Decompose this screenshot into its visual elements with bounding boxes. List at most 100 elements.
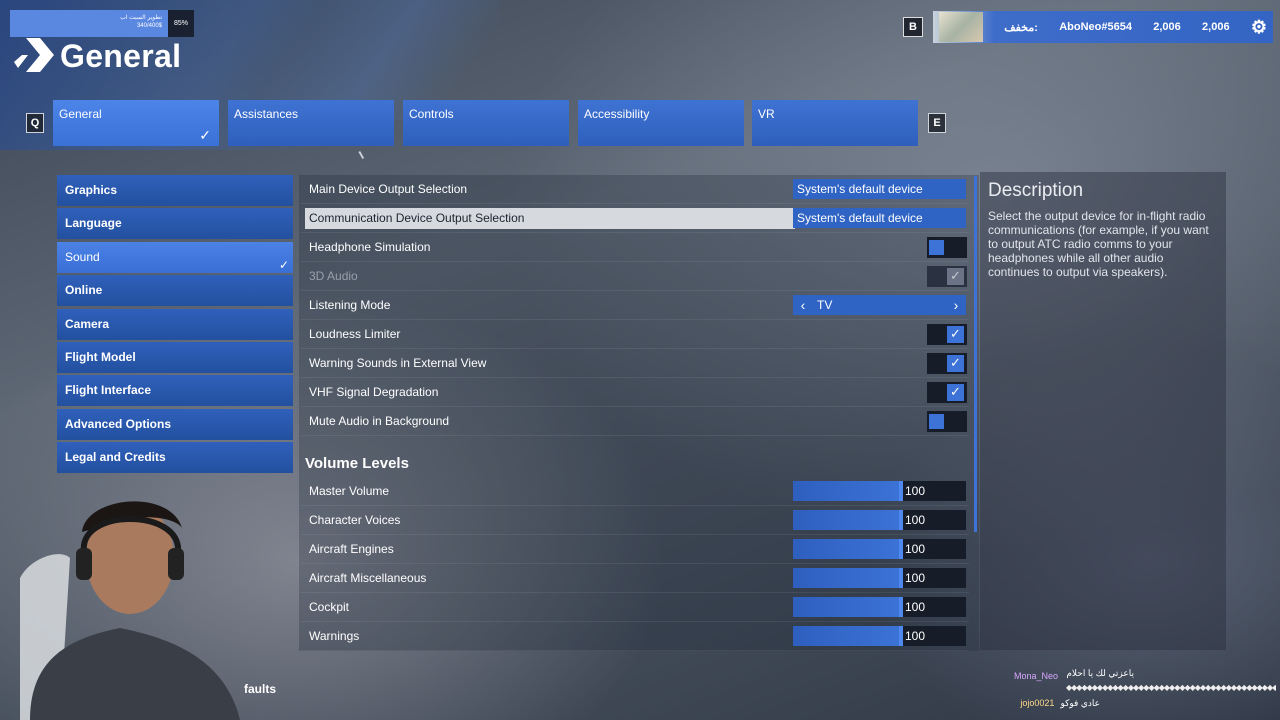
sidebar-item-legal-credits[interactable]: Legal and Credits (57, 442, 293, 474)
slider-fill (793, 539, 903, 559)
stream-banner: مخفف: AboNeo#5654 2,006 2,006 ⚙ (933, 11, 1273, 43)
setting-label: Main Device Output Selection (309, 182, 468, 196)
tab-left-key[interactable]: Q (26, 113, 44, 133)
tab-general[interactable]: General ✓ (53, 100, 219, 146)
setting-mute-background[interactable]: Mute Audio in Background (301, 407, 969, 436)
mouse-cursor-icon (358, 149, 368, 159)
setting-aircraft-engines[interactable]: Aircraft Engines 100 (301, 535, 969, 564)
tab-label: General (59, 107, 102, 121)
slider-fill (793, 626, 903, 646)
slider-value: 100 (905, 542, 926, 556)
toggle-knob (929, 239, 944, 255)
sidebar-item-flight-interface[interactable]: Flight Interface (57, 375, 293, 407)
banner-arabic-text: مخفف: (1004, 21, 1038, 34)
settings-scrollbar[interactable] (974, 176, 977, 532)
tab-assistances[interactable]: Assistances (228, 100, 394, 146)
setting-listening-mode[interactable]: Listening Mode ‹ TV › (301, 291, 969, 320)
setting-cockpit[interactable]: Cockpit 100 (301, 593, 969, 622)
mute-background-toggle[interactable] (927, 410, 967, 432)
setting-comm-device[interactable]: Communication Device Output Selection Sy… (301, 204, 969, 233)
loudness-toggle[interactable]: ✓ (927, 323, 967, 345)
check-icon: ✓ (199, 127, 211, 143)
chat-text: عادي فوكو (1060, 698, 1100, 708)
stream-goal-widget: تطوير السيت اب 340/400$ 85% (10, 10, 194, 37)
slider-fill (793, 510, 903, 530)
headphone-toggle[interactable] (927, 236, 967, 258)
setting-3d-audio: 3D Audio ✓ (301, 262, 969, 291)
setting-label: Warning Sounds in External View (309, 356, 487, 370)
setting-label: Headphone Simulation (309, 240, 431, 254)
setting-main-device[interactable]: Main Device Output Selection System's de… (301, 175, 969, 204)
setting-label: Mute Audio in Background (309, 414, 450, 428)
sidebar-item-flight-model[interactable]: Flight Model (57, 341, 293, 373)
setting-master-volume[interactable]: Master Volume 100 (301, 477, 969, 506)
sidebar-item-label: Sound (65, 249, 100, 264)
setting-loudness-limiter[interactable]: Loudness Limiter ✓ (301, 320, 969, 349)
page-title: General (60, 38, 182, 74)
master-volume-slider[interactable]: 100 (793, 481, 966, 501)
chat-user: Mona_Neo (1014, 671, 1059, 681)
aircraft-engines-slider[interactable]: 100 (793, 539, 966, 559)
slider-value: 100 (905, 571, 926, 585)
sidebar-item-sound[interactable]: Sound ✓ (57, 241, 293, 273)
stream-goal-bar: تطوير السيت اب 340/400$ (10, 10, 168, 37)
setting-vhf-degradation[interactable]: VHF Signal Degradation ✓ (301, 378, 969, 407)
slider-value: 100 (905, 513, 926, 527)
banner-user: AboNeo#5654 (1059, 21, 1132, 33)
slider-value: 100 (905, 484, 926, 498)
aircraft-misc-slider[interactable]: 100 (793, 568, 966, 588)
tab-right-key[interactable]: E (928, 113, 946, 133)
chevron-right-icon[interactable]: › (946, 297, 966, 313)
warning-sounds-toggle[interactable]: ✓ (927, 352, 967, 374)
setting-aircraft-misc[interactable]: Aircraft Miscellaneous 100 (301, 564, 969, 593)
3d-audio-toggle: ✓ (927, 265, 967, 287)
tab-vr[interactable]: VR (752, 100, 918, 146)
setting-label: Master Volume (309, 484, 390, 498)
slider-fill (793, 597, 903, 617)
setting-headphone-simulation[interactable]: Headphone Simulation (301, 233, 969, 262)
settings-panel: Main Device Output Selection System's de… (299, 175, 979, 651)
slider-fill (793, 568, 903, 588)
slider-value: 100 (905, 629, 926, 643)
setting-warnings[interactable]: Warnings 100 (301, 622, 969, 651)
sidebar-item-graphics[interactable]: Graphics (57, 175, 293, 206)
sidebar-item-advanced-options[interactable]: Advanced Options (57, 408, 293, 440)
setting-label: Cockpit (309, 600, 350, 614)
check-icon: ✓ (947, 354, 964, 372)
comm-device-select[interactable]: System's default device (793, 208, 966, 228)
setting-label: Character Voices (309, 513, 401, 527)
sidebar-item-language[interactable]: Language (57, 208, 293, 240)
tab-controls[interactable]: Controls (403, 100, 569, 146)
cockpit-slider[interactable]: 100 (793, 597, 966, 617)
chevron-left-icon[interactable]: ‹ (793, 297, 813, 313)
tab-accessibility[interactable]: Accessibility (578, 100, 744, 146)
reset-defaults-button[interactable]: faults (244, 682, 276, 696)
slider-value: 100 (905, 600, 926, 614)
tab-label: Assistances (234, 107, 299, 121)
main-device-select[interactable]: System's default device (793, 179, 966, 199)
description-panel: Description Select the output device for… (980, 172, 1226, 650)
listening-mode-select[interactable]: ‹ TV › (793, 295, 966, 315)
tab-label: Accessibility (584, 107, 650, 121)
b-key-badge: B (903, 17, 923, 37)
setting-warning-sounds[interactable]: Warning Sounds in External View ✓ (301, 349, 969, 378)
character-voices-slider[interactable]: 100 (793, 510, 966, 530)
check-icon: ✓ (278, 257, 289, 272)
tab-label: VR (758, 107, 775, 121)
setting-label: Aircraft Engines (309, 542, 394, 556)
setting-label: Aircraft Miscellaneous (309, 571, 427, 585)
banner-count-1: 2,006 (1153, 21, 1181, 33)
sidebar-item-online[interactable]: Online (57, 275, 293, 307)
listening-mode-value: TV (817, 298, 833, 312)
banner-count-2: 2,006 (1202, 21, 1230, 33)
gear-icon: ⚙ (1250, 16, 1267, 37)
sidebar-item-camera[interactable]: Camera (57, 308, 293, 340)
check-icon: ✓ (947, 325, 964, 343)
banner-avatar (939, 12, 983, 42)
setting-character-voices[interactable]: Character Voices 100 (301, 506, 969, 535)
chat-text: ياعزتي لك يا احلام (1066, 668, 1134, 678)
stream-banner-widget: B مخفف: AboNeo#5654 2,006 2,006 ⚙ (903, 11, 1273, 43)
warnings-slider[interactable]: 100 (793, 626, 966, 646)
chat-user: jojo0021 (1020, 698, 1055, 708)
vhf-toggle[interactable]: ✓ (927, 381, 967, 403)
